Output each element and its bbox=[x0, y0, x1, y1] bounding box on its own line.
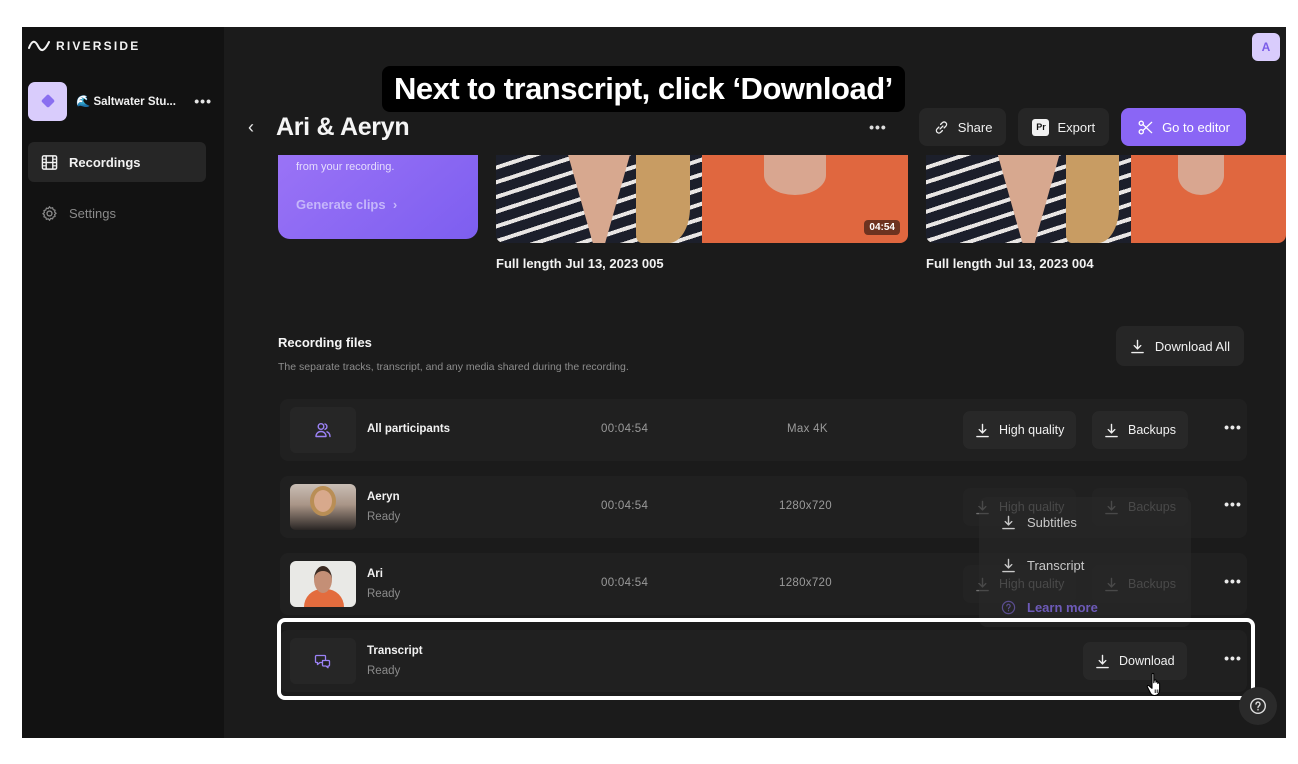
link-icon bbox=[935, 120, 947, 134]
file-name: Aeryn bbox=[367, 491, 400, 503]
scissors-icon bbox=[1138, 120, 1153, 134]
file-name: Ari bbox=[367, 568, 383, 580]
file-resolution: 1280x720 bbox=[779, 500, 832, 512]
download-all-label: Download All bbox=[1154, 338, 1230, 354]
brand-name: RIVERSIDE bbox=[56, 39, 141, 53]
row-more-button[interactable]: ••• bbox=[1221, 650, 1245, 666]
transcript-download-button[interactable]: Download bbox=[1083, 642, 1187, 680]
row-more-button[interactable]: ••• bbox=[1221, 573, 1245, 589]
file-duration: 00:04:54 bbox=[601, 577, 649, 589]
page-title: Ari & Aeryn bbox=[276, 112, 410, 141]
back-button[interactable]: ‹ bbox=[248, 117, 268, 138]
download-icon bbox=[1131, 339, 1144, 353]
premiere-icon: Pr bbox=[1032, 118, 1050, 136]
recording-files-subtitle: The separate tracks, transcript, and any… bbox=[278, 361, 629, 373]
file-duration: 00:04:54 bbox=[601, 423, 649, 435]
generate-clips-link[interactable]: Generate clips › bbox=[296, 197, 397, 212]
avatar bbox=[290, 484, 356, 530]
file-status: Ready bbox=[367, 665, 401, 677]
download-icon bbox=[1002, 515, 1015, 530]
export-button[interactable]: Pr Export bbox=[1018, 108, 1110, 146]
header-more-button[interactable]: ••• bbox=[869, 119, 887, 135]
help-circle-icon bbox=[1001, 600, 1016, 615]
go-to-editor-label: Go to editor bbox=[1162, 119, 1230, 135]
app-window: RIVERSIDE 🌊 Saltwater Stu... ••• Recordi… bbox=[22, 27, 1286, 738]
file-name: All participants bbox=[367, 423, 451, 435]
high-quality-download-button[interactable]: High quality bbox=[963, 411, 1077, 449]
tutorial-caption: Next to transcript, click ‘Download’ bbox=[382, 66, 905, 112]
file-name: Transcript bbox=[367, 645, 423, 657]
avatar bbox=[290, 561, 356, 607]
brand-logo[interactable]: RIVERSIDE bbox=[28, 39, 140, 53]
share-label: Share bbox=[957, 119, 993, 135]
learn-more-link[interactable]: Learn more bbox=[1001, 600, 1098, 615]
download-icon bbox=[1002, 558, 1015, 573]
download-icon bbox=[976, 423, 989, 437]
recording-thumbnail[interactable]: 04:54 bbox=[496, 155, 908, 243]
chat-bubbles-icon bbox=[314, 654, 331, 669]
workspace-switcher[interactable]: 🌊 Saltwater Stu... ••• bbox=[28, 81, 216, 121]
menu-item-transcript[interactable]: Transcript bbox=[1001, 558, 1084, 573]
download-all-button[interactable]: Download All bbox=[1115, 326, 1244, 366]
share-button[interactable]: Share bbox=[918, 108, 1007, 146]
clips-description: from your recording. bbox=[296, 161, 395, 173]
gear-icon bbox=[42, 205, 57, 221]
file-resolution: 1280x720 bbox=[779, 577, 832, 589]
recording-title[interactable]: Full length Jul 13, 2023 005 bbox=[496, 256, 664, 271]
menu-item-label: Subtitles bbox=[1027, 515, 1077, 530]
profile-avatar[interactable]: A bbox=[1252, 33, 1280, 61]
transcript-icon-box bbox=[290, 638, 356, 684]
button-label: Backups bbox=[1128, 423, 1176, 437]
file-row-all-participants: All participants 00:04:54 Max 4K High qu… bbox=[280, 399, 1247, 461]
recording-files-title: Recording files bbox=[278, 335, 372, 350]
workspace-avatar bbox=[28, 81, 67, 121]
menu-item-subtitles[interactable]: Subtitles bbox=[1001, 515, 1077, 530]
magic-clips-card: from your recording. Generate clips › bbox=[278, 155, 478, 239]
sidebar: RIVERSIDE 🌊 Saltwater Stu... ••• Recordi… bbox=[22, 27, 224, 738]
participants-icon-box bbox=[290, 407, 356, 453]
duration-badge: 04:54 bbox=[864, 220, 900, 235]
export-label: Export bbox=[1057, 119, 1096, 135]
file-status: Ready bbox=[367, 511, 401, 523]
workspace-more-button[interactable]: ••• bbox=[194, 93, 212, 109]
row-more-button[interactable]: ••• bbox=[1221, 496, 1245, 512]
transcript-download-menu: Subtitles Transcript Learn more bbox=[979, 497, 1191, 627]
row-more-button[interactable]: ••• bbox=[1221, 419, 1245, 435]
file-row-transcript: Transcript Ready Download ••• bbox=[280, 630, 1247, 692]
video-frame-aeryn bbox=[496, 155, 702, 243]
sidebar-item-label: Recordings bbox=[69, 154, 141, 170]
sidebar-item-settings[interactable]: Settings bbox=[28, 193, 206, 233]
wave-logo-icon bbox=[28, 40, 50, 52]
file-status: Ready bbox=[367, 588, 401, 600]
file-resolution: Max 4K bbox=[787, 423, 828, 435]
recording-title[interactable]: Full length Jul 13, 2023 004 bbox=[926, 256, 1094, 271]
recording-thumbnail[interactable] bbox=[926, 155, 1286, 243]
button-label: Download bbox=[1119, 654, 1175, 668]
video-frame-ari bbox=[1131, 155, 1286, 243]
help-circle-icon bbox=[1249, 697, 1267, 715]
button-label: High quality bbox=[999, 423, 1065, 437]
menu-item-label: Transcript bbox=[1027, 558, 1085, 573]
recording-header: ‹ Ari & Aeryn ••• Share Pr Export Go to … bbox=[248, 107, 1246, 147]
video-frame-aeryn bbox=[926, 155, 1132, 243]
learn-more-label: Learn more bbox=[1027, 600, 1098, 615]
download-icon bbox=[1096, 654, 1109, 668]
download-icon bbox=[1105, 423, 1118, 437]
backups-download-button[interactable]: Backups bbox=[1092, 411, 1188, 449]
go-to-editor-button[interactable]: Go to editor bbox=[1121, 108, 1246, 146]
sidebar-item-label: Settings bbox=[69, 205, 116, 221]
main-content: A Next to transcript, click ‘Download’ ‹… bbox=[224, 27, 1286, 738]
workspace-logo-icon bbox=[40, 93, 55, 109]
participants-icon bbox=[315, 423, 331, 438]
help-button[interactable] bbox=[1239, 687, 1277, 725]
hand-cursor-icon bbox=[1146, 672, 1161, 696]
workspace-name: 🌊 Saltwater Stu... bbox=[76, 96, 176, 108]
film-icon bbox=[41, 154, 58, 170]
file-duration: 00:04:54 bbox=[601, 500, 649, 512]
sidebar-item-recordings[interactable]: Recordings bbox=[28, 142, 206, 182]
